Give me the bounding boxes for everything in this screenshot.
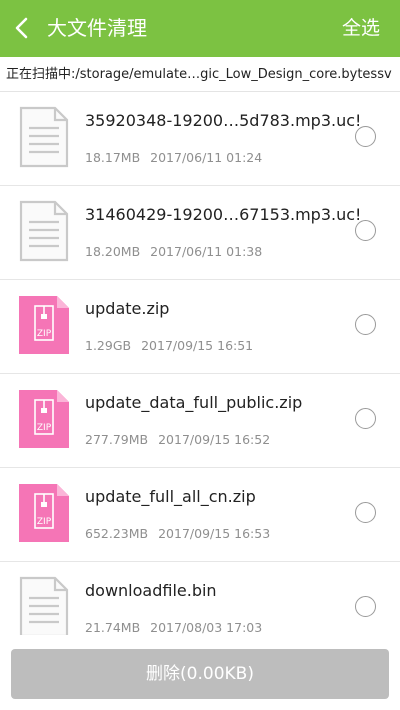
select-radio[interactable] [355,408,376,429]
file-meta: 277.79MB 2017/09/15 16:52 [85,431,270,449]
file-list-item[interactable]: ZIP update_full_all_cn.zip 652.23MB 2017/… [0,468,400,562]
file-date: 2017/09/15 16:52 [158,432,271,447]
file-size: 21.74MB [85,620,141,635]
file-name: update_full_all_cn.zip [85,487,256,506]
file-list-item[interactable]: ZIP update_data_full_public.zip 277.79MB… [0,374,400,468]
app-header: 大文件清理 全选 [0,0,400,57]
file-meta: 18.17MB 2017/06/11 01:24 [85,149,262,167]
zip-file-icon: ZIP [19,390,69,448]
file-date: 2017/08/03 17:03 [150,620,263,635]
document-file-icon [19,106,69,168]
page-title: 大文件清理 [47,16,147,40]
svg-text:ZIP: ZIP [37,329,52,339]
select-radio[interactable] [355,596,376,617]
file-meta: 1.29GB 2017/09/15 16:51 [85,337,253,355]
file-date: 2017/06/11 01:38 [150,244,263,259]
select-radio[interactable] [355,220,376,241]
file-list-item[interactable]: downloadfile.bin 21.74MB 2017/08/03 17:03 [0,562,400,635]
file-size: 277.79MB [85,432,149,447]
file-meta: 18.20MB 2017/06/11 01:38 [85,243,262,261]
scan-status: 正在扫描中:/storage/emulate…gic_Low_Design_co… [0,57,400,92]
zip-file-icon: ZIP [19,296,69,354]
file-name: 35920348-19200…5d783.mp3.uc! [85,111,362,130]
document-file-icon [19,576,69,635]
back-arrow-icon[interactable] [10,14,36,42]
file-date: 2017/06/11 01:24 [150,150,263,165]
file-name: update.zip [85,299,170,318]
svg-text:ZIP: ZIP [37,517,52,527]
file-size: 652.23MB [85,526,149,541]
svg-text:ZIP: ZIP [37,423,52,433]
select-radio[interactable] [355,126,376,147]
file-meta: 652.23MB 2017/09/15 16:53 [85,525,270,543]
file-meta: 21.74MB 2017/08/03 17:03 [85,619,262,635]
select-radio[interactable] [355,314,376,335]
file-list[interactable]: 35920348-19200…5d783.mp3.uc! 18.17MB 2017… [0,92,400,635]
document-file-icon [19,200,69,262]
file-size: 1.29GB [85,338,132,353]
file-list-item[interactable]: 31460429-19200…67153.mp3.uc! 18.20MB 2017… [0,186,400,280]
file-name: 31460429-19200…67153.mp3.uc! [85,205,362,224]
delete-button[interactable]: 删除(0.00KB) [11,649,389,699]
file-date: 2017/09/15 16:53 [158,526,271,541]
file-name: update_data_full_public.zip [85,393,303,412]
zip-file-icon: ZIP [19,484,69,542]
file-size: 18.20MB [85,244,141,259]
select-radio[interactable] [355,502,376,523]
file-name: downloadfile.bin [85,581,217,600]
select-all-button[interactable]: 全选 [342,15,380,41]
bottom-bar: 删除(0.00KB) [0,635,400,710]
file-date: 2017/09/15 16:51 [141,338,254,353]
file-list-item[interactable]: ZIP update.zip 1.29GB 2017/09/15 16:51 [0,280,400,374]
file-size: 18.17MB [85,150,141,165]
file-list-item[interactable]: 35920348-19200…5d783.mp3.uc! 18.17MB 2017… [0,92,400,186]
